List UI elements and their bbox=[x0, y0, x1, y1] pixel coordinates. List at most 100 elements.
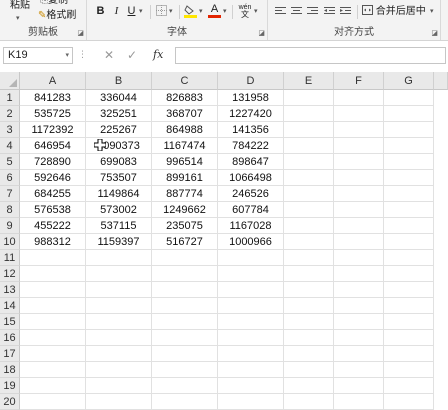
row-header-18[interactable]: 18 bbox=[0, 362, 20, 378]
cell-e18[interactable] bbox=[284, 362, 334, 378]
cell-f8[interactable] bbox=[334, 202, 384, 218]
format-painter-button[interactable]: ✎格式刷 bbox=[38, 10, 76, 22]
row-header-16[interactable]: 16 bbox=[0, 330, 20, 346]
cell-a16[interactable] bbox=[20, 330, 86, 346]
border-button[interactable] bbox=[155, 4, 168, 18]
cell-e9[interactable] bbox=[284, 218, 334, 234]
row-header-11[interactable]: 11 bbox=[0, 250, 20, 266]
cell-f1[interactable] bbox=[334, 90, 384, 106]
clipboard-launcher-icon[interactable]: ◪ bbox=[77, 30, 84, 37]
cell-a19[interactable] bbox=[20, 378, 86, 394]
cell-d2[interactable]: 1227420 bbox=[218, 106, 284, 122]
cell-e8[interactable] bbox=[284, 202, 334, 218]
column-header-d[interactable]: D bbox=[218, 72, 284, 90]
cell-e12[interactable] bbox=[284, 266, 334, 282]
cell-g17[interactable] bbox=[384, 346, 434, 362]
cell-b5[interactable]: 699083 bbox=[86, 154, 152, 170]
cell-d1[interactable]: 131958 bbox=[218, 90, 284, 106]
underline-dropdown-icon[interactable]: ▾ bbox=[139, 8, 143, 16]
column-header-overflow[interactable] bbox=[434, 72, 448, 90]
cell-f11[interactable] bbox=[334, 250, 384, 266]
cell-a11[interactable] bbox=[20, 250, 86, 266]
cell-d10[interactable]: 1000966 bbox=[218, 234, 284, 250]
cell-a1[interactable]: 841283 bbox=[20, 90, 86, 106]
cell-c12[interactable] bbox=[152, 266, 218, 282]
row-header-3[interactable]: 3 bbox=[0, 122, 20, 138]
cell-e5[interactable] bbox=[284, 154, 334, 170]
cell-g18[interactable] bbox=[384, 362, 434, 378]
cell-f12[interactable] bbox=[334, 266, 384, 282]
name-box[interactable]: K19 ▾ bbox=[3, 47, 73, 64]
cell-c19[interactable] bbox=[152, 378, 218, 394]
cell-b17[interactable] bbox=[86, 346, 152, 362]
cell-b12[interactable] bbox=[86, 266, 152, 282]
cell-f5[interactable] bbox=[334, 154, 384, 170]
bold-button[interactable]: B bbox=[94, 4, 107, 18]
cell-g1[interactable] bbox=[384, 90, 434, 106]
cell-e2[interactable] bbox=[284, 106, 334, 122]
cell-g3[interactable] bbox=[384, 122, 434, 138]
cell-g19[interactable] bbox=[384, 378, 434, 394]
row-header-19[interactable]: 19 bbox=[0, 378, 20, 394]
cell-d18[interactable] bbox=[218, 362, 284, 378]
cell-g20[interactable] bbox=[384, 394, 434, 410]
fill-color-dropdown-icon[interactable]: ▾ bbox=[199, 8, 203, 16]
cell-g11[interactable] bbox=[384, 250, 434, 266]
cell-b14[interactable] bbox=[86, 298, 152, 314]
copy-button[interactable]: ⎘复制 bbox=[40, 0, 68, 7]
cell-f9[interactable] bbox=[334, 218, 384, 234]
cell-c13[interactable] bbox=[152, 282, 218, 298]
cell-f10[interactable] bbox=[334, 234, 384, 250]
cell-e14[interactable] bbox=[284, 298, 334, 314]
cell-c7[interactable]: 887774 bbox=[152, 186, 218, 202]
cell-g13[interactable] bbox=[384, 282, 434, 298]
cell-b7[interactable]: 1149864 bbox=[86, 186, 152, 202]
cell-d15[interactable] bbox=[218, 314, 284, 330]
cell-g8[interactable] bbox=[384, 202, 434, 218]
italic-button[interactable]: I bbox=[110, 4, 123, 18]
cell-e20[interactable] bbox=[284, 394, 334, 410]
cell-b19[interactable] bbox=[86, 378, 152, 394]
cell-f13[interactable] bbox=[334, 282, 384, 298]
underline-button[interactable]: U bbox=[125, 4, 138, 18]
row-header-2[interactable]: 2 bbox=[0, 106, 20, 122]
cell-c9[interactable]: 235075 bbox=[152, 218, 218, 234]
cell-a12[interactable] bbox=[20, 266, 86, 282]
cell-f2[interactable] bbox=[334, 106, 384, 122]
cell-b8[interactable]: 573002 bbox=[86, 202, 152, 218]
row-header-14[interactable]: 14 bbox=[0, 298, 20, 314]
row-header-10[interactable]: 10 bbox=[0, 234, 20, 250]
cell-g12[interactable] bbox=[384, 266, 434, 282]
row-header-12[interactable]: 12 bbox=[0, 266, 20, 282]
cell-e1[interactable] bbox=[284, 90, 334, 106]
cell-f7[interactable] bbox=[334, 186, 384, 202]
border-dropdown-icon[interactable]: ▾ bbox=[169, 8, 173, 16]
formula-bar-grip-icon[interactable]: ⋮ bbox=[78, 49, 87, 60]
cell-c2[interactable]: 368707 bbox=[152, 106, 218, 122]
cell-c17[interactable] bbox=[152, 346, 218, 362]
align-center-button[interactable] bbox=[290, 4, 303, 18]
column-header-b[interactable]: B bbox=[86, 72, 152, 90]
cell-c11[interactable] bbox=[152, 250, 218, 266]
cell-c6[interactable]: 899161 bbox=[152, 170, 218, 186]
align-right-button[interactable] bbox=[306, 4, 319, 18]
cell-c8[interactable]: 1249662 bbox=[152, 202, 218, 218]
cell-d17[interactable] bbox=[218, 346, 284, 362]
cell-a15[interactable] bbox=[20, 314, 86, 330]
cell-d19[interactable] bbox=[218, 378, 284, 394]
cell-e17[interactable] bbox=[284, 346, 334, 362]
cell-e7[interactable] bbox=[284, 186, 334, 202]
cell-c1[interactable]: 826883 bbox=[152, 90, 218, 106]
font-color-dropdown-icon[interactable]: ▾ bbox=[223, 8, 227, 16]
increase-indent-button[interactable] bbox=[339, 4, 352, 18]
cell-b2[interactable]: 325251 bbox=[86, 106, 152, 122]
cell-f17[interactable] bbox=[334, 346, 384, 362]
decrease-indent-button[interactable] bbox=[323, 4, 336, 18]
cell-d11[interactable] bbox=[218, 250, 284, 266]
cell-b18[interactable] bbox=[86, 362, 152, 378]
column-header-c[interactable]: C bbox=[152, 72, 218, 90]
cell-b11[interactable] bbox=[86, 250, 152, 266]
cell-g10[interactable] bbox=[384, 234, 434, 250]
cell-a6[interactable]: 592646 bbox=[20, 170, 86, 186]
cell-e19[interactable] bbox=[284, 378, 334, 394]
